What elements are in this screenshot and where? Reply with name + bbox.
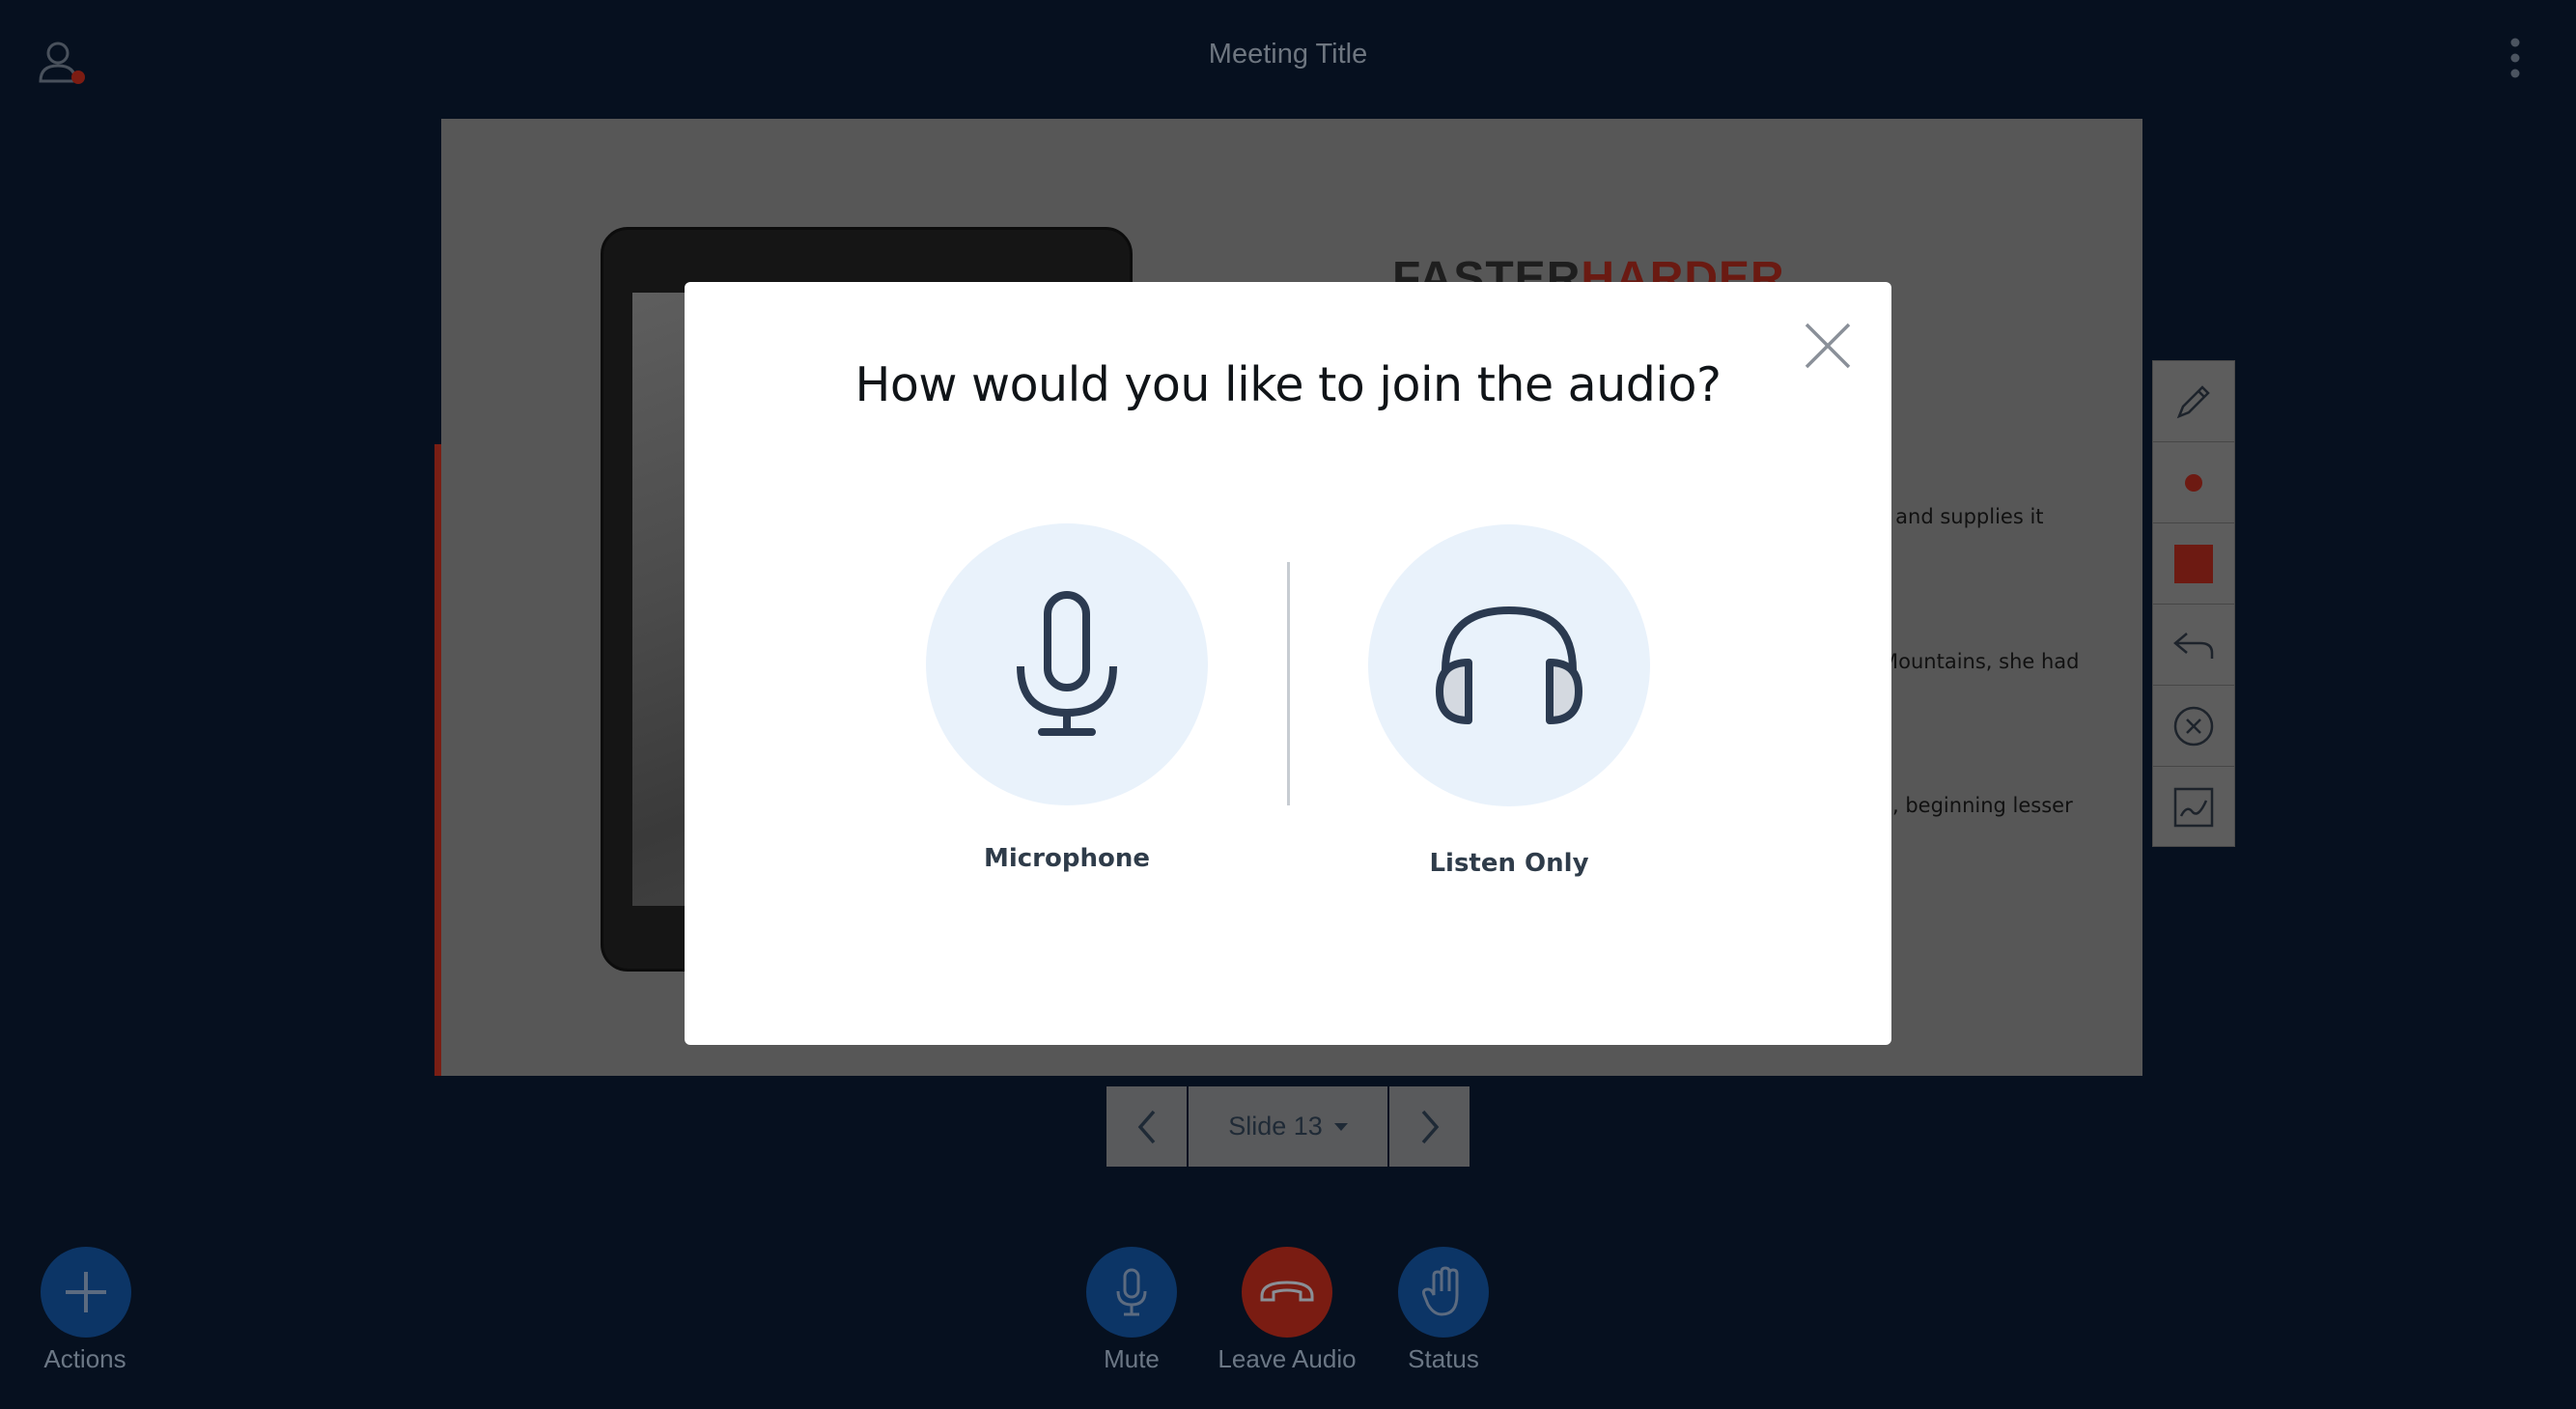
join-audio-modal: How would you like to join the audio? Mi… — [685, 282, 1891, 1045]
close-button[interactable] — [1803, 321, 1853, 371]
modal-title: How would you like to join the audio? — [854, 357, 1722, 412]
annotation-toolbar — [2152, 360, 2235, 847]
color-tool-button[interactable] — [2153, 523, 2234, 605]
undo-icon — [2173, 632, 2214, 659]
actions-label: Actions — [43, 1344, 126, 1373]
chevron-left-icon — [1137, 1110, 1155, 1143]
headphones-icon — [1436, 606, 1582, 724]
clear-tool-button[interactable] — [2153, 686, 2234, 767]
listen-only-option-button[interactable]: Listen Only — [1368, 524, 1650, 878]
pencil-tool-button[interactable] — [2153, 361, 2234, 442]
options-divider — [1287, 562, 1290, 805]
options-menu-button[interactable] — [2501, 35, 2530, 87]
microphone-option-label: Microphone — [983, 844, 1150, 873]
status-button[interactable] — [1398, 1247, 1489, 1338]
status-label: Status — [1408, 1344, 1479, 1373]
listen-only-option-label: Listen Only — [1429, 849, 1589, 878]
listen-only-option-circle — [1368, 524, 1650, 806]
slide-select-label: Slide 13 — [1228, 1112, 1323, 1141]
slide-select-dropdown[interactable]: Slide 13 — [1189, 1086, 1387, 1167]
whiteboard-tool-button[interactable] — [2153, 767, 2234, 847]
meeting-title: Meeting Title — [1208, 39, 1368, 70]
pencil-icon — [2176, 384, 2210, 418]
microphone-option-circle — [926, 523, 1208, 805]
kebab-menu-icon — [2510, 38, 2520, 78]
previous-slide-button[interactable] — [1106, 1086, 1187, 1167]
chevron-right-icon — [1421, 1110, 1439, 1143]
microphone-option-button[interactable]: Microphone — [926, 523, 1208, 873]
microphone-icon — [1116, 1268, 1147, 1316]
plus-icon — [66, 1272, 106, 1312]
caret-down-icon — [1333, 1122, 1348, 1131]
raise-hand-icon — [1422, 1266, 1459, 1316]
slide-text-line: , beginning lesser — [1892, 794, 2073, 817]
color-square-icon — [2174, 544, 2213, 583]
dot-icon — [2185, 473, 2202, 492]
clear-icon — [2173, 706, 2214, 746]
phone-hangup-icon — [1260, 1281, 1314, 1302]
leave-audio-button[interactable] — [1242, 1247, 1332, 1338]
next-slide-button[interactable] — [1389, 1086, 1470, 1167]
undo-tool-button[interactable] — [2153, 605, 2234, 686]
microphone-icon — [1017, 591, 1117, 736]
actions-button[interactable] — [41, 1247, 131, 1338]
close-icon — [1805, 323, 1851, 369]
slide-text-line: ce and supplies it — [1865, 505, 2044, 528]
thickness-tool-button[interactable] — [2153, 442, 2234, 523]
whiteboard-icon — [2173, 787, 2214, 827]
mute-button[interactable] — [1086, 1247, 1177, 1338]
slide-text-line: Mountains, she had — [1881, 650, 2080, 673]
